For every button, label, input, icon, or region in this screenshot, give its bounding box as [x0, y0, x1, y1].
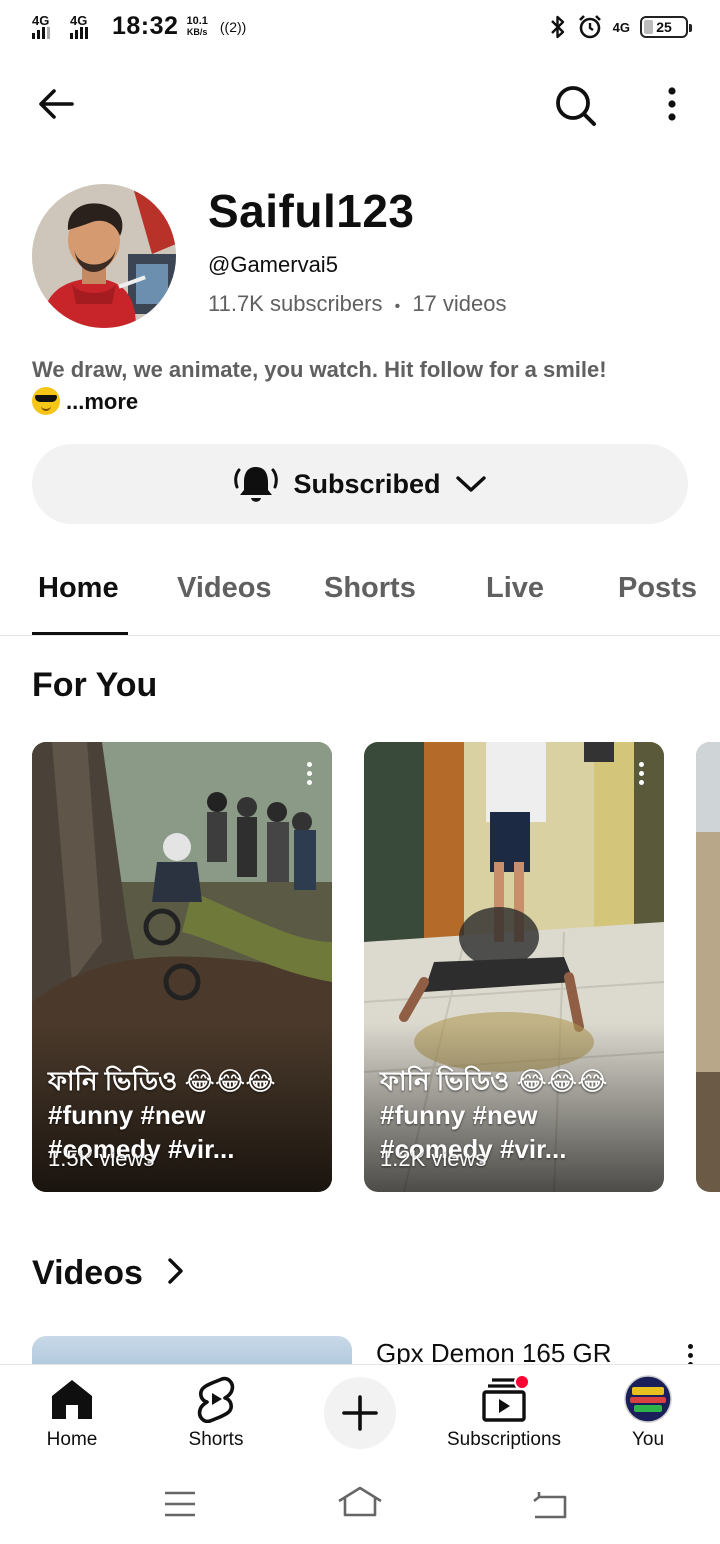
- chevron-down-icon: [455, 476, 486, 492]
- nav-you[interactable]: You: [576, 1375, 720, 1451]
- channel-handle: @Gamervai5: [208, 252, 338, 277]
- sunglasses-emoji-icon: [32, 387, 60, 415]
- back-button[interactable]: [28, 80, 84, 128]
- channel-meta: 11.7K subscribers • 17 videos: [208, 291, 507, 317]
- channel-name: Saiful123: [208, 185, 415, 237]
- video-count: 17 videos: [412, 291, 507, 316]
- search-button[interactable]: [548, 78, 604, 134]
- description-text: We draw, we animate, you watch. Hit foll…: [32, 357, 607, 382]
- more-link[interactable]: ...more: [66, 389, 138, 414]
- subscriptions-icon: [482, 1374, 530, 1422]
- bell-ringing-icon: [234, 467, 279, 502]
- short-more-button[interactable]: [639, 762, 644, 785]
- system-navigation-bar: [0, 1464, 720, 1544]
- nav-shorts[interactable]: Shorts: [144, 1375, 288, 1451]
- nav-subscriptions[interactable]: Subscriptions: [432, 1374, 576, 1451]
- system-menu-button[interactable]: [150, 1482, 210, 1526]
- tab-live[interactable]: Live: [486, 572, 544, 605]
- clock: 18:32: [112, 12, 179, 40]
- signal-icon: 4G: [70, 13, 100, 41]
- system-home-button[interactable]: [330, 1480, 390, 1524]
- menu-icon: [165, 1491, 195, 1517]
- signal-icon: 4G: [32, 13, 62, 41]
- more-vertical-icon: [668, 87, 676, 121]
- channel-avatar[interactable]: [32, 184, 176, 328]
- short-card[interactable]: ফানি ভিডিও 😂😂😂 #funny #new #comedy #vir.…: [364, 742, 664, 1192]
- hotspot-icon: ((2)): [219, 18, 247, 35]
- back-arrow-icon: [39, 89, 74, 119]
- subscriber-count: 11.7K subscribers: [208, 291, 383, 316]
- channel-tabs: Home Videos Shorts Live Posts: [0, 548, 720, 636]
- profile-avatar-icon: [624, 1375, 672, 1423]
- short-card[interactable]: ফানি ভিডিও 😂😂😂 #funny #new #comedy #vir.…: [32, 742, 332, 1192]
- system-back-button[interactable]: [520, 1482, 580, 1526]
- chevron-right-icon: [168, 1258, 184, 1284]
- bottom-navigation: Home Shorts Subscriptions You: [0, 1364, 720, 1464]
- search-icon: [556, 86, 596, 126]
- plus-icon: [342, 1395, 378, 1431]
- active-tab-indicator: [32, 632, 128, 635]
- meta-separator: •: [394, 298, 401, 315]
- home-outline-icon: [338, 1486, 382, 1517]
- short-thumbnail: [696, 742, 720, 1192]
- create-button[interactable]: [324, 1377, 396, 1449]
- short-views: 1.5K views: [48, 1146, 155, 1171]
- network-speed: 10.1 KB/s: [186, 14, 208, 37]
- tab-posts[interactable]: Posts: [618, 572, 697, 605]
- network-4g-icon: 4G: [612, 19, 630, 35]
- more-options-button[interactable]: [650, 80, 694, 128]
- subscribed-label: Subscribed: [293, 468, 441, 499]
- subscribed-button[interactable]: Subscribed: [32, 444, 688, 524]
- tab-videos[interactable]: Videos: [177, 572, 272, 605]
- section-title-videos[interactable]: Videos: [32, 1254, 186, 1293]
- top-app-bar: [0, 72, 720, 136]
- home-icon: [52, 1380, 92, 1419]
- bluetooth-icon: [550, 15, 564, 39]
- battery-icon: 25: [640, 16, 692, 38]
- short-card-partial[interactable]: [696, 742, 720, 1192]
- shorts-icon: [197, 1376, 235, 1423]
- tab-shorts[interactable]: Shorts: [324, 572, 416, 605]
- short-views: 1.2K views: [380, 1146, 487, 1171]
- alarm-icon: [578, 15, 601, 39]
- short-more-button[interactable]: [307, 762, 312, 785]
- back-icon: [533, 1492, 567, 1519]
- channel-description[interactable]: We draw, we animate, you watch. Hit foll…: [32, 354, 672, 418]
- section-title-for-you: For You: [32, 666, 158, 704]
- nav-home[interactable]: Home: [0, 1375, 144, 1451]
- tab-home[interactable]: Home: [38, 572, 119, 605]
- status-bar: 4G 4G 18:32 10.1 KB/s ((2)) 4G 25: [0, 0, 720, 58]
